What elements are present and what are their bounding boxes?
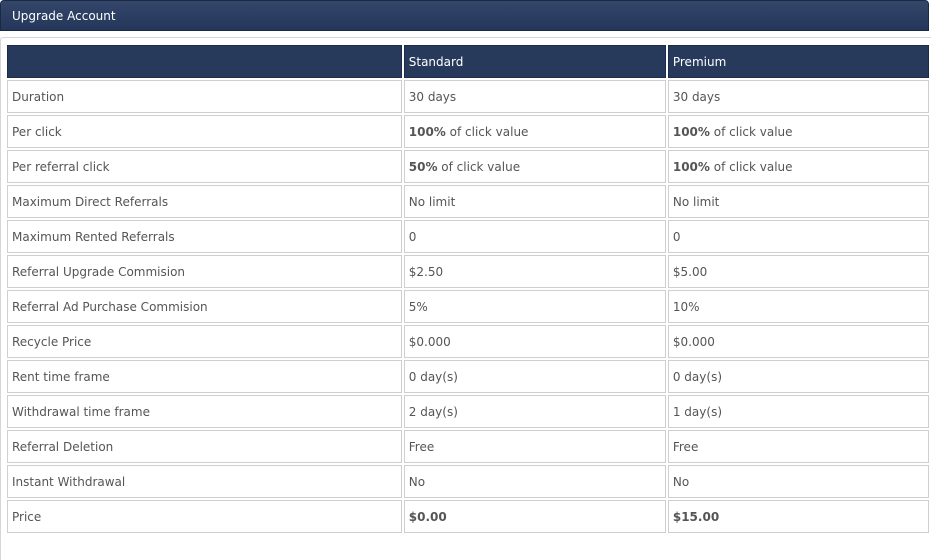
premium-value-cell: 100% of click value [667, 115, 929, 148]
standard-value-cell: 30 days [403, 80, 666, 113]
standard-value-emphasis: 100% [408, 124, 446, 139]
feature-label: Per referral click [7, 150, 402, 183]
standard-value-cell: Free [403, 430, 666, 463]
table-row: Referral Ad Purchase Commision 5% 10% [7, 290, 929, 323]
standard-value-text: $2.50 [408, 264, 444, 279]
feature-label: Withdrawal time frame [7, 395, 402, 428]
standard-value-cell: No limit [403, 185, 666, 218]
premium-value-text: Free [672, 439, 699, 454]
column-header-premium: Premium [667, 45, 929, 78]
feature-label: Per click [7, 115, 402, 148]
table-row: Duration 30 days 30 days [7, 80, 929, 113]
standard-value-text: 0 [408, 229, 417, 244]
upgrade-comparison-table: Standard Premium Duration 30 days 30 days P… [5, 43, 931, 535]
premium-value-text: of click value [709, 124, 793, 139]
table-row: Per click 100% of click value 100% of clic… [7, 115, 929, 148]
table-header-row: Standard Premium [7, 45, 929, 78]
premium-value-cell: 1 day(s) [667, 395, 929, 428]
table-row: Referral Deletion Free Free [7, 430, 929, 463]
premium-value-cell: $15.00 [667, 500, 929, 533]
table-row: Referral Upgrade Commision $2.50 $5.00 [7, 255, 929, 288]
table-row: Rent time frame 0 day(s) 0 day(s) [7, 360, 929, 393]
standard-value-text: of click value [437, 159, 521, 174]
feature-label: Rent time frame [7, 360, 402, 393]
premium-value-cell: $0.000 [667, 325, 929, 358]
standard-value-text: $0.000 [408, 334, 451, 349]
feature-label: Referral Upgrade Commision [7, 255, 402, 288]
standard-value-cell: No [403, 465, 666, 498]
standard-value-cell: 50% of click value [403, 150, 666, 183]
standard-value-text: No limit [408, 194, 456, 209]
premium-value-emphasis: $15.00 [672, 509, 720, 524]
premium-value-text: No limit [672, 194, 720, 209]
table-row: Price $0.00 $15.00 [7, 500, 929, 533]
premium-value-text: $0.000 [672, 334, 715, 349]
table-row: Recycle Price $0.000 $0.000 [7, 325, 929, 358]
feature-label: Maximum Rented Referrals [7, 220, 402, 253]
standard-value-cell: 100% of click value [403, 115, 666, 148]
premium-value-cell: 0 day(s) [667, 360, 929, 393]
table-row: Maximum Direct Referrals No limit No limit [7, 185, 929, 218]
premium-value-text: 1 day(s) [672, 404, 722, 419]
standard-value-emphasis: 50% [408, 159, 438, 174]
premium-value-text: 0 day(s) [672, 369, 722, 384]
feature-label: Instant Withdrawal [7, 465, 402, 498]
standard-value-cell: $2.50 [403, 255, 666, 288]
premium-value-cell: Free [667, 430, 929, 463]
feature-label: Maximum Direct Referrals [7, 185, 402, 218]
premium-value-text: of click value [709, 159, 793, 174]
premium-value-emphasis: 100% [672, 159, 710, 174]
feature-label: Referral Deletion [7, 430, 402, 463]
premium-value-cell: No limit [667, 185, 929, 218]
standard-value-cell: 2 day(s) [403, 395, 666, 428]
panel-header: Upgrade Account [0, 0, 929, 31]
premium-value-cell: $5.00 [667, 255, 929, 288]
standard-value-text: of click value [445, 124, 529, 139]
premium-value-cell: No [667, 465, 929, 498]
standard-value-text: No [408, 474, 426, 489]
premium-value-text: No [672, 474, 690, 489]
standard-value-emphasis: $0.00 [408, 509, 447, 524]
premium-value-text: 0 [672, 229, 681, 244]
premium-value-text: 30 days [672, 89, 721, 104]
premium-value-text: 10% [672, 299, 700, 314]
standard-value-cell: $0.000 [403, 325, 666, 358]
table-row: Maximum Rented Referrals 0 0 [7, 220, 929, 253]
feature-label: Referral Ad Purchase Commision [7, 290, 402, 323]
panel-title: Upgrade Account [12, 9, 116, 23]
feature-label: Duration [7, 80, 402, 113]
standard-value-cell: 0 day(s) [403, 360, 666, 393]
premium-value-cell: 100% of click value [667, 150, 929, 183]
standard-value-text: 30 days [408, 89, 457, 104]
table-row: Per referral click 50% of click value 100%… [7, 150, 929, 183]
table-row: Instant Withdrawal No No [7, 465, 929, 498]
standard-value-text: Free [408, 439, 435, 454]
standard-value-cell: 0 [403, 220, 666, 253]
feature-label: Price [7, 500, 402, 533]
standard-value-text: 2 day(s) [408, 404, 458, 419]
standard-value-text: 0 day(s) [408, 369, 458, 384]
premium-value-text: $5.00 [672, 264, 708, 279]
feature-label: Recycle Price [7, 325, 402, 358]
column-header-standard: Standard [403, 45, 666, 78]
premium-value-emphasis: 100% [672, 124, 710, 139]
standard-value-cell: $0.00 [403, 500, 666, 533]
standard-value-cell: 5% [403, 290, 666, 323]
column-header-feature [7, 45, 402, 78]
table-row: Withdrawal time frame 2 day(s) 1 day(s) [7, 395, 929, 428]
standard-value-text: 5% [408, 299, 428, 314]
premium-value-cell: 0 [667, 220, 929, 253]
premium-value-cell: 30 days [667, 80, 929, 113]
premium-value-cell: 10% [667, 290, 929, 323]
